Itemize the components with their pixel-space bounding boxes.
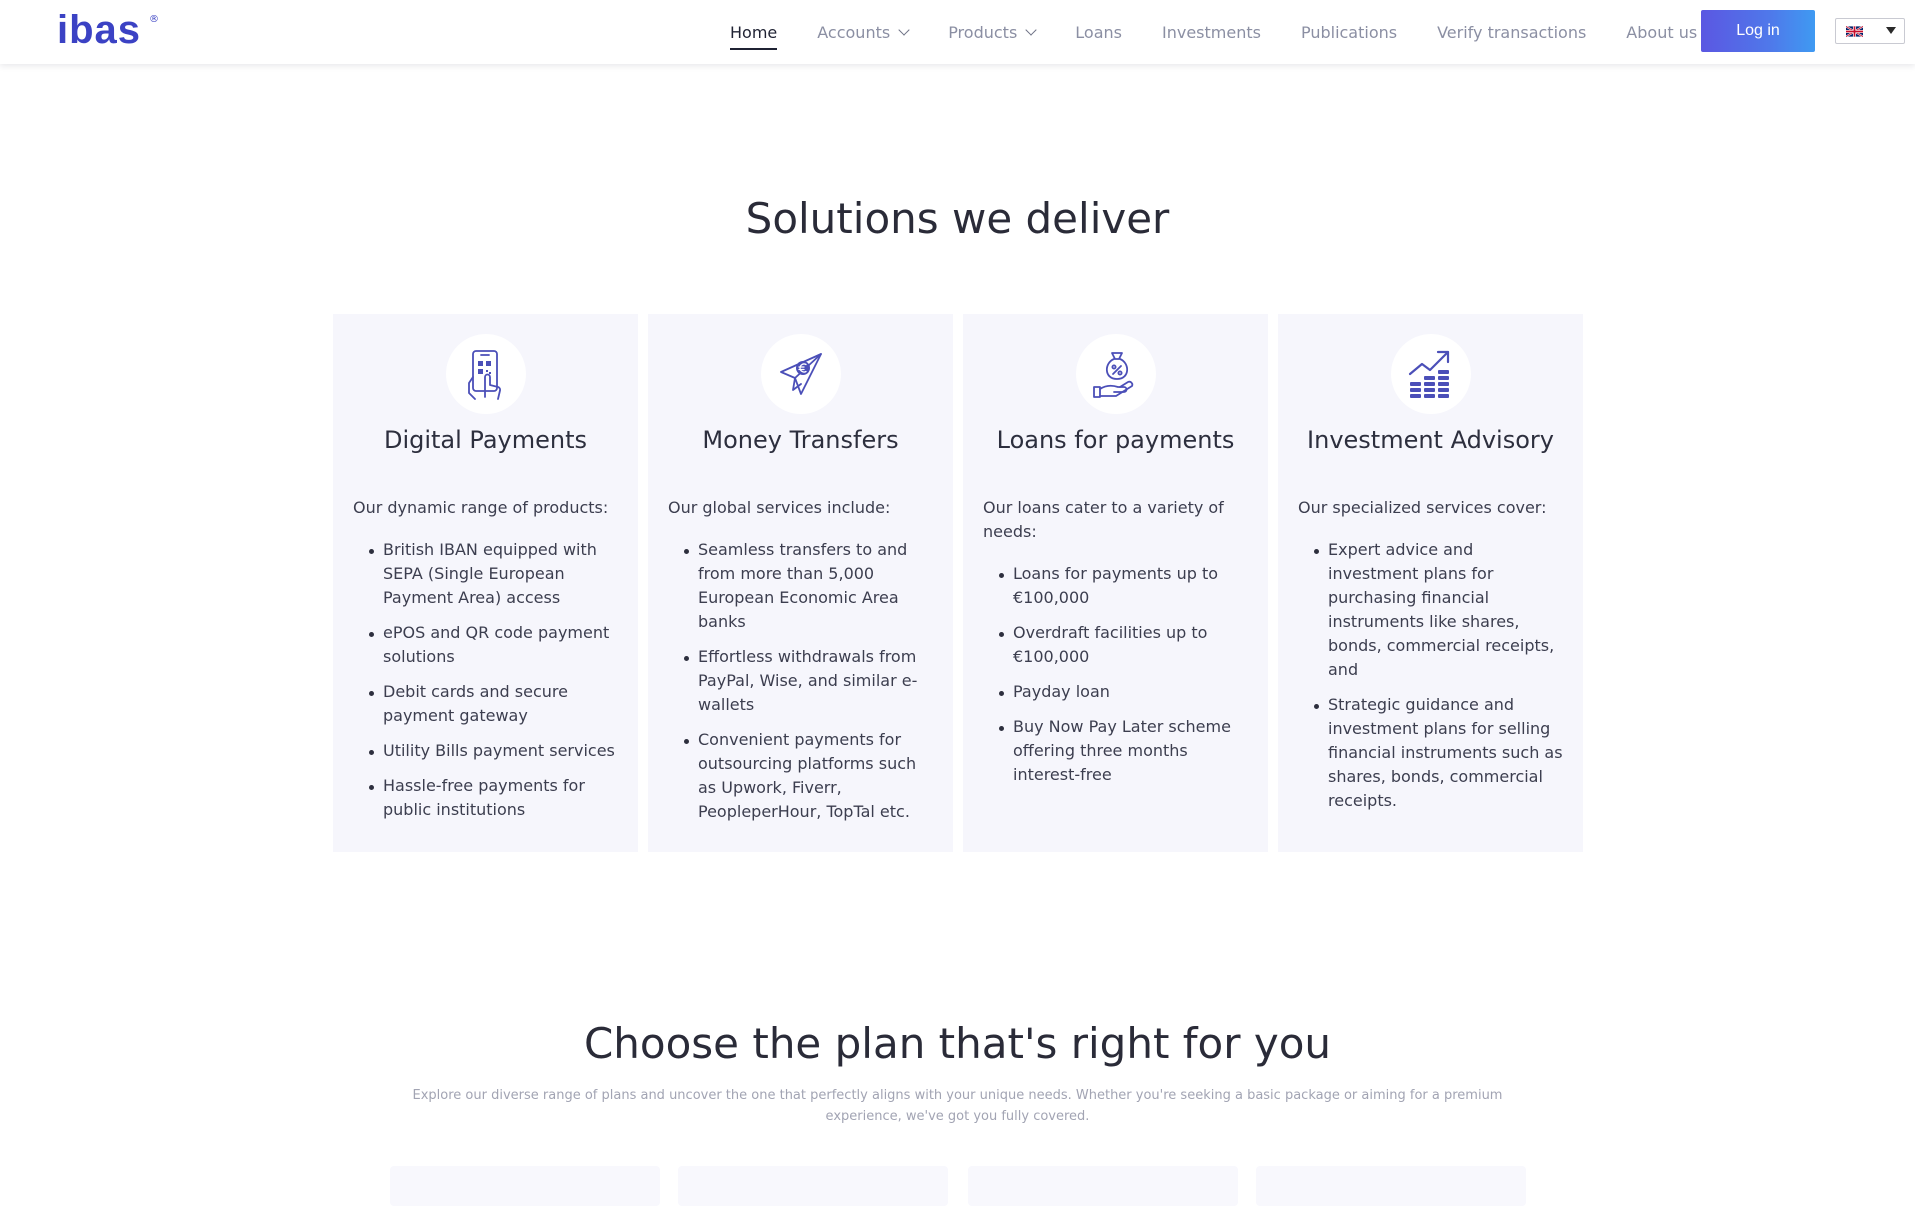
plan-card: [678, 1166, 948, 1206]
plan-card: [968, 1166, 1238, 1206]
list-item: Buy Now Pay Later scheme offering three …: [999, 715, 1248, 787]
card-intro: Our loans cater to a variety of needs:: [983, 498, 1224, 541]
solutions-cards: Digital Payments Our dynamic range of pr…: [333, 314, 1583, 852]
caret-down-icon: [1886, 27, 1896, 34]
solution-card-money-transfers: Money Transfers Our global services incl…: [648, 314, 953, 852]
list-item: Loans for payments up to €100,000: [999, 562, 1248, 610]
nav-item-loans[interactable]: Loans: [1075, 0, 1122, 64]
nav-item-label: Verify transactions: [1437, 22, 1587, 42]
list-item: Effortless withdrawals from PayPal, Wise…: [684, 645, 933, 717]
card-icon-wrapper: [1075, 334, 1156, 414]
card-intro: Our dynamic range of products:: [353, 498, 609, 517]
list-item: Convenient payments for outsourcing plat…: [684, 728, 933, 824]
chevron-down-icon: [1025, 23, 1037, 36]
plan-card: [1256, 1166, 1526, 1206]
nav-item-label: Loans: [1075, 22, 1122, 42]
nav-item-label: Investments: [1161, 22, 1261, 42]
solutions-heading: Solutions we deliver: [745, 194, 1170, 243]
phone-qr-tap-icon: [467, 350, 501, 400]
chevron-down-icon: [898, 23, 910, 36]
list-item: Expert advice and investment plans for p…: [1314, 538, 1563, 682]
card-title: Digital Payments: [383, 426, 588, 454]
language-select[interactable]: [1835, 18, 1905, 44]
nav-item-publications[interactable]: Publications: [1301, 0, 1397, 64]
nav-item-label: Publications: [1300, 22, 1398, 42]
solution-card-investment-advisory: Investment Advisory Our specialized serv…: [1278, 314, 1583, 852]
growth-chart-stacks-icon: [1408, 350, 1449, 398]
nav-item-label: Home: [730, 22, 778, 42]
plans-heading: Choose the plan that's right for you: [583, 1019, 1332, 1068]
hand-money-bag-percent-icon: [1092, 352, 1133, 398]
solution-card-loans-for-payments: Loans for payments Our loans cater to a …: [963, 314, 1268, 852]
card-icon-wrapper: [760, 334, 841, 414]
card-intro: Our specialized services cover:: [1298, 498, 1547, 517]
ibas-logo[interactable]: ibas: [57, 6, 141, 54]
login-button[interactable]: Log in: [1701, 10, 1815, 52]
card-title: Investment Advisory: [1307, 426, 1554, 454]
list-item: Overdraft facilities up to €100,000: [999, 621, 1248, 669]
list-item: Debit cards and secure payment gateway: [369, 680, 618, 728]
plan-card: [390, 1166, 660, 1206]
list-item: ePOS and QR code payment solutions: [369, 621, 618, 669]
list-item: Payday loan: [999, 680, 1248, 704]
nav-item-label: About us: [1626, 22, 1698, 42]
nav-item-products[interactable]: Products: [948, 0, 1037, 64]
card-title: Loans for payments: [996, 426, 1235, 454]
paper-plane-euro-icon: [779, 353, 822, 395]
card-feature-list: Seamless transfers to and from more than…: [668, 538, 933, 824]
card-icon-wrapper: [1390, 334, 1471, 414]
nav-item-label: Accounts: [817, 22, 891, 42]
uk-flag-icon: [1846, 26, 1863, 37]
main-nav: Home Accounts Products Loans Investments…: [730, 0, 1755, 64]
card-feature-list: British IBAN equipped with SEPA (Single …: [353, 538, 618, 822]
card-feature-list: Expert advice and investment plans for p…: [1298, 538, 1563, 813]
list-item: Hassle-free payments for public institut…: [369, 774, 618, 822]
card-intro: Our global services include:: [668, 498, 891, 517]
nav-item-accounts[interactable]: Accounts: [817, 0, 910, 64]
top-navbar: ibas ® Home Accounts Products Loans Inve…: [0, 0, 1915, 64]
nav-item-verify-transactions[interactable]: Verify transactions: [1437, 0, 1586, 64]
solution-card-digital-payments: Digital Payments Our dynamic range of pr…: [333, 314, 638, 852]
list-item: British IBAN equipped with SEPA (Single …: [369, 538, 618, 610]
card-feature-list: Loans for payments up to €100,000 Overdr…: [983, 562, 1248, 787]
list-item: Strategic guidance and investment plans …: [1314, 693, 1563, 813]
list-item: Seamless transfers to and from more than…: [684, 538, 933, 634]
plans-description: Explore our diverse range of plans and u…: [412, 1088, 1503, 1124]
card-title: Money Transfers: [702, 426, 899, 454]
nav-item-investments[interactable]: Investments: [1162, 0, 1261, 64]
registered-mark: ®: [149, 14, 159, 25]
nav-item-home[interactable]: Home: [730, 0, 778, 64]
nav-item-label: Products: [948, 22, 1018, 42]
list-item: Utility Bills payment services: [369, 739, 618, 763]
card-icon-wrapper: [445, 334, 526, 414]
